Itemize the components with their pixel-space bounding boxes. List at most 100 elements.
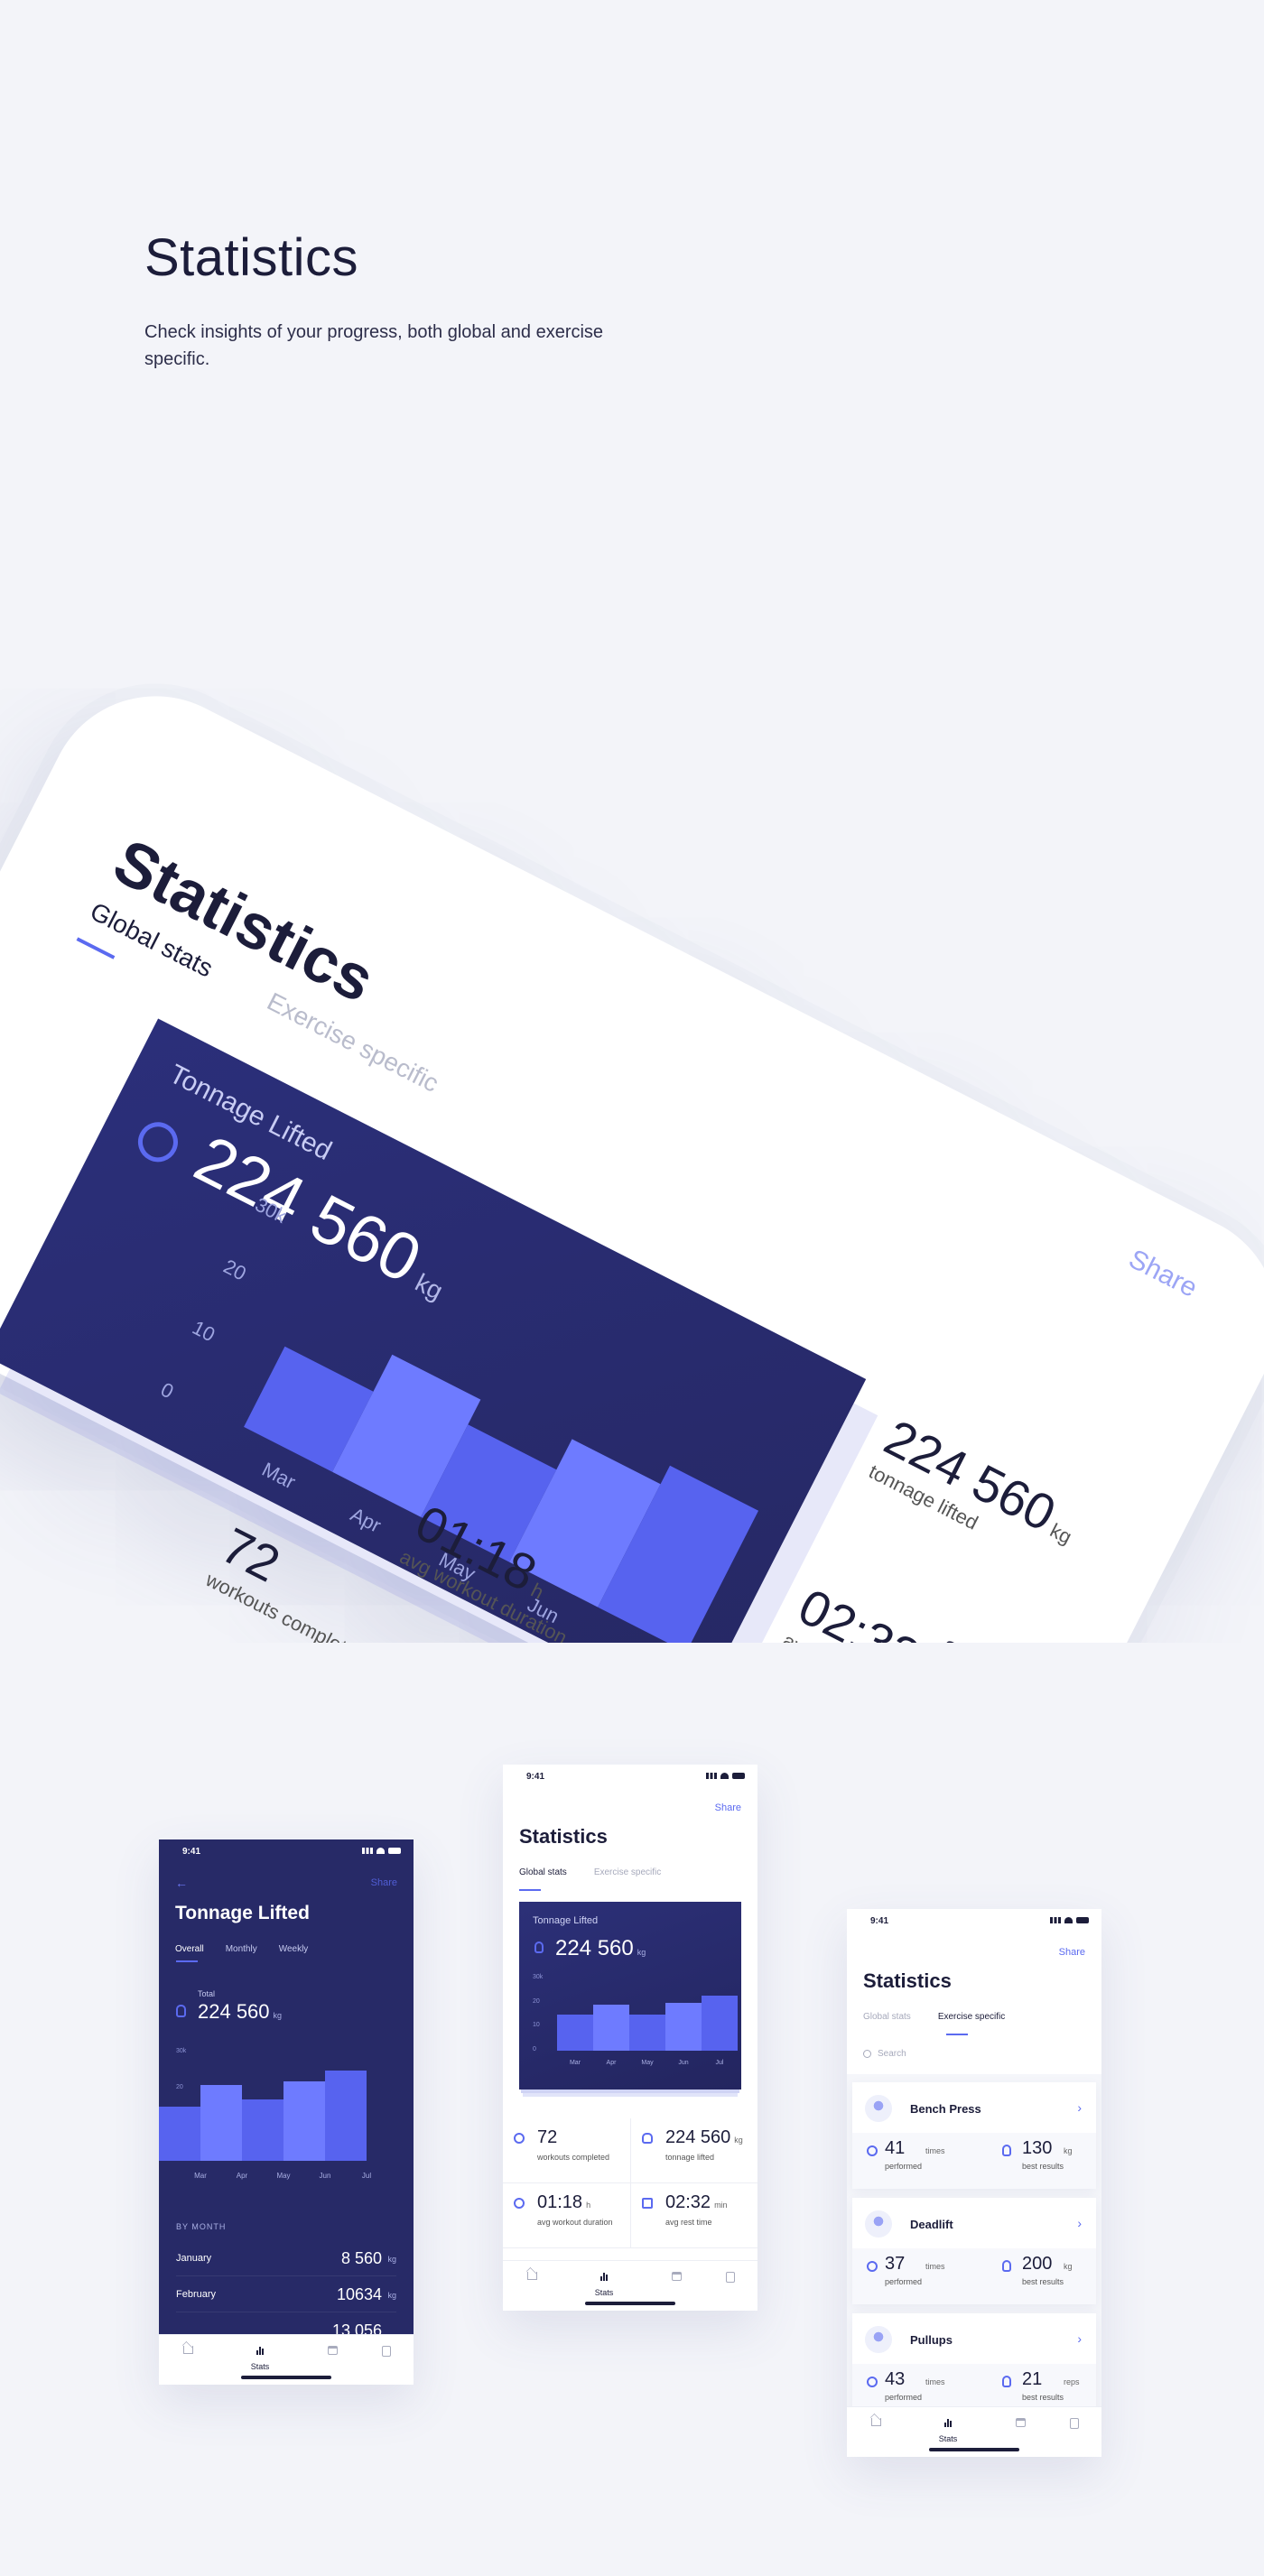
home-icon[interactable] <box>523 2272 541 2283</box>
home-icon[interactable] <box>867 2418 885 2429</box>
exercise-name: Pullups <box>910 2333 953 2347</box>
card-label: Tonnage Lifted <box>533 1915 599 1926</box>
chevron-right-icon[interactable]: › <box>1077 2216 1082 2230</box>
best-result-unit: kg <box>1064 2146 1073 2155</box>
kettlebell-icon <box>1002 2145 1011 2156</box>
search-input[interactable]: Search <box>863 2049 906 2059</box>
share-button[interactable]: Share <box>1059 1947 1085 1958</box>
y-tick-label: 0 <box>157 1377 178 1404</box>
tab-bar: Stats <box>503 2260 757 2311</box>
bar[interactable] <box>325 2071 367 2161</box>
bar[interactable] <box>283 2081 325 2161</box>
tab-exercise-specific[interactable]: Exercise specific <box>938 2012 1005 2022</box>
exercise-card-bench-press[interactable]: Bench Press › 41 times performed 130 kg … <box>852 2082 1096 2189</box>
calendar-icon[interactable] <box>323 2346 341 2358</box>
best-result-unit: reps <box>1064 2377 1080 2386</box>
hero-mockup: Share Statistics Global stats Exercise s… <box>0 469 1264 1643</box>
screen-title: Tonnage Lifted <box>175 1903 310 1923</box>
phone-tonnage-detail: 9:41 ← Share Tonnage Lifted Overall Mont… <box>159 1839 414 2385</box>
battery-icon <box>1076 1917 1089 1923</box>
stat-rest[interactable]: 02:32 min avg rest time <box>630 2183 757 2248</box>
total-value: 224 560 kg <box>198 2000 283 2023</box>
month-name: January <box>176 2253 212 2264</box>
tab-weekly[interactable]: Weekly <box>279 1944 309 1954</box>
check-circle-icon <box>867 2377 878 2387</box>
tab-stats-label[interactable]: Stats <box>242 2362 278 2371</box>
x-tick-label: Jun <box>678 2060 689 2066</box>
stats-icon[interactable] <box>251 2346 269 2358</box>
bar[interactable] <box>593 2005 629 2051</box>
y-tick-label: 10 <box>188 1316 219 1347</box>
share-button[interactable]: Share <box>715 1802 741 1813</box>
bar[interactable] <box>665 2003 702 2051</box>
x-tick-label: Mar <box>194 2172 207 2180</box>
stat-duration[interactable]: 01:18 h avg workout duration <box>503 2183 630 2248</box>
y-tick-label: 0 <box>533 2046 536 2052</box>
hourglass-icon <box>642 2198 653 2209</box>
times-performed-value: 43 <box>885 2369 906 2389</box>
wifi-icon <box>1064 1917 1073 1923</box>
month-value: 8 560 <box>340 2249 382 2267</box>
tab-stats-label[interactable]: Stats <box>586 2288 622 2297</box>
times-unit: times <box>925 2262 945 2271</box>
tab-exercise-specific[interactable]: Exercise specific <box>594 1867 661 1877</box>
hero-bar-chart: 30k20100MarAprMayJunJul <box>157 1018 866 1643</box>
exercise-card-deadlift[interactable]: Deadlift › 37 times performed 200 kg bes… <box>852 2198 1096 2304</box>
tab-bar: Stats <box>159 2334 414 2385</box>
signal-icon <box>1050 1917 1061 1923</box>
tab-stats-label[interactable]: Stats <box>930 2434 966 2443</box>
calendar-icon[interactable] <box>1011 2418 1029 2430</box>
clipboard-icon[interactable] <box>377 2346 395 2359</box>
clipboard-icon[interactable] <box>1065 2418 1083 2432</box>
check-circle-icon <box>514 2133 525 2144</box>
x-tick-label: Apr <box>347 1503 386 1537</box>
chevron-right-icon[interactable]: › <box>1077 2331 1082 2346</box>
exercise-card-pullups[interactable]: Pullups › 43 times performed 21 reps bes… <box>852 2313 1096 2420</box>
hero-card-unit: kg <box>411 1268 448 1306</box>
hero-share-button[interactable]: Share <box>1124 1244 1202 1304</box>
deadlift-icon <box>865 2210 892 2238</box>
wifi-icon <box>376 1848 385 1854</box>
bar[interactable] <box>702 1996 738 2051</box>
bar[interactable] <box>242 2099 283 2161</box>
tab-global-stats[interactable]: Global stats <box>519 1867 567 1877</box>
bar[interactable] <box>557 2015 593 2051</box>
y-tick-label: 20 <box>219 1254 250 1285</box>
share-button[interactable]: Share <box>371 1877 397 1888</box>
stats-icon[interactable] <box>939 2418 957 2430</box>
performed-label: performed <box>885 2393 923 2402</box>
month-unit: kg <box>387 2255 396 2264</box>
phone-global-stats: 9:41 Share Statistics Global stats Exerc… <box>503 1765 757 2311</box>
status-time: 9:41 <box>870 1916 889 1926</box>
month-row[interactable]: February 10634 kg <box>176 2276 396 2312</box>
bar[interactable] <box>200 2085 242 2161</box>
bar[interactable] <box>159 2107 200 2161</box>
home-icon[interactable] <box>179 2346 197 2357</box>
y-tick-label: 10 <box>533 2022 540 2029</box>
times-unit: times <box>925 2377 945 2386</box>
stat-tonnage[interactable]: 224 560 kg tonnage lifted <box>630 2118 757 2183</box>
chevron-right-icon[interactable]: › <box>1077 2100 1082 2115</box>
by-month-heading: BY MONTH <box>176 2222 227 2231</box>
phone-exercise-specific: 9:41 Share Statistics Global stats Exerc… <box>847 1909 1101 2457</box>
tab-global-stats[interactable]: Global stats <box>863 2012 911 2022</box>
tab-monthly[interactable]: Monthly <box>226 1944 257 1954</box>
screen-title: Statistics <box>863 1969 952 1992</box>
stats-icon[interactable] <box>595 2272 613 2284</box>
battery-icon <box>388 1848 401 1854</box>
stat-workouts[interactable]: 72 workouts completed <box>503 2118 630 2183</box>
x-tick-label: Mar <box>569 2060 581 2066</box>
home-indicator <box>585 2302 675 2305</box>
tab-overall[interactable]: Overall <box>175 1944 204 1954</box>
check-circle-icon <box>867 2261 878 2272</box>
tonnage-card[interactable]: Tonnage Lifted 224 560 kg 30k 20 10 0 Mar Apr M… <box>519 1902 741 2090</box>
times-performed-value: 37 <box>885 2254 906 2274</box>
times-unit: times <box>925 2146 945 2155</box>
stats-tabs: Global stats Exercise specific <box>503 1867 661 1877</box>
month-row[interactable]: January 8 560 kg <box>176 2240 396 2276</box>
clipboard-icon[interactable] <box>721 2272 739 2285</box>
back-arrow-icon[interactable]: ← <box>175 1876 188 1890</box>
bar[interactable] <box>629 2015 665 2051</box>
calendar-icon[interactable] <box>667 2272 685 2284</box>
page-title: Statistics <box>144 228 359 287</box>
